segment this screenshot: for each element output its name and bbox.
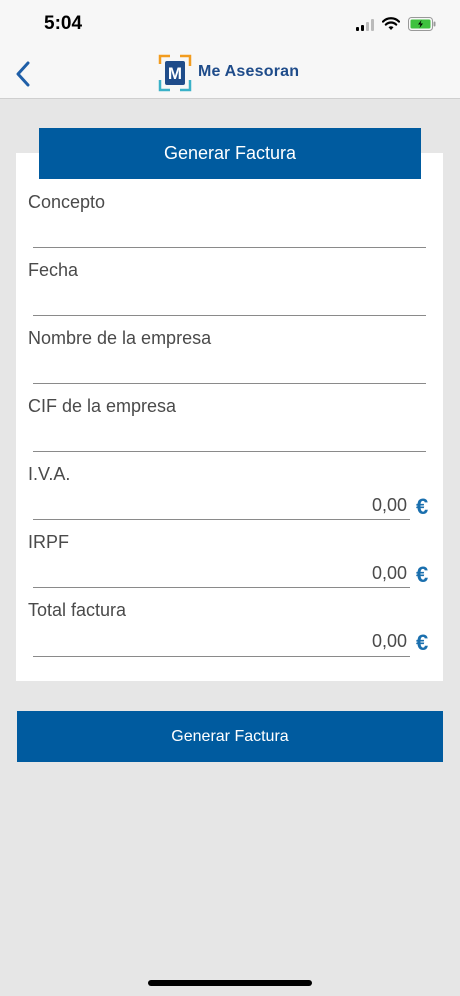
fecha-field: Fecha (28, 260, 428, 316)
irpf-input[interactable] (33, 558, 407, 588)
company-name-input[interactable] (33, 352, 426, 382)
company-name-label: Nombre de la empresa (28, 328, 212, 348)
fecha-input[interactable] (33, 284, 426, 314)
iva-underline (33, 519, 410, 520)
logo-mark-icon: M (158, 54, 192, 92)
back-button[interactable] (8, 58, 38, 90)
iva-input[interactable] (33, 490, 407, 520)
euro-icon: € (416, 494, 429, 519)
concepto-input[interactable] (33, 216, 426, 246)
status-bar: 5:04 (0, 0, 460, 50)
concepto-underline (33, 247, 426, 248)
generate-invoice-button[interactable]: Generar Factura (17, 711, 443, 762)
total-input[interactable] (33, 626, 407, 656)
company-cif-underline (33, 451, 426, 452)
total-field: Total factura € (28, 600, 429, 657)
concepto-field: Concepto (28, 192, 428, 248)
total-underline (33, 656, 410, 657)
status-time: 5:04 (44, 13, 83, 34)
irpf-field: IRPF € (28, 532, 428, 588)
company-cif-field: CIF de la empresa (28, 396, 428, 452)
irpf-underline (33, 587, 410, 588)
euro-icon: € (416, 562, 429, 587)
company-name-underline (33, 383, 426, 384)
navigation-bar: M Me Asesoran (0, 50, 460, 99)
total-label: Total factura (28, 600, 127, 620)
company-cif-label: CIF de la empresa (28, 396, 177, 416)
form-header: Generar Factura (39, 128, 421, 179)
battery-icon (408, 17, 436, 36)
irpf-label: IRPF (28, 532, 70, 552)
fecha-label: Fecha (28, 260, 79, 280)
status-icons (356, 17, 436, 36)
logo-text: Me Asesoran (198, 63, 300, 80)
concepto-label: Concepto (28, 192, 106, 212)
logo-letter: M (168, 64, 182, 83)
fecha-underline (33, 315, 426, 316)
company-cif-input[interactable] (33, 420, 426, 450)
wifi-icon (381, 17, 401, 36)
home-indicator[interactable] (148, 980, 312, 986)
iva-label: I.V.A. (28, 464, 71, 484)
company-name-field: Nombre de la empresa (28, 328, 428, 384)
euro-icon: € (416, 630, 429, 655)
app-logo: M Me Asesoran (158, 54, 300, 92)
cellular-icon (356, 18, 374, 36)
chevron-left-icon (16, 61, 30, 87)
iva-field: I.V.A. € (28, 464, 428, 520)
